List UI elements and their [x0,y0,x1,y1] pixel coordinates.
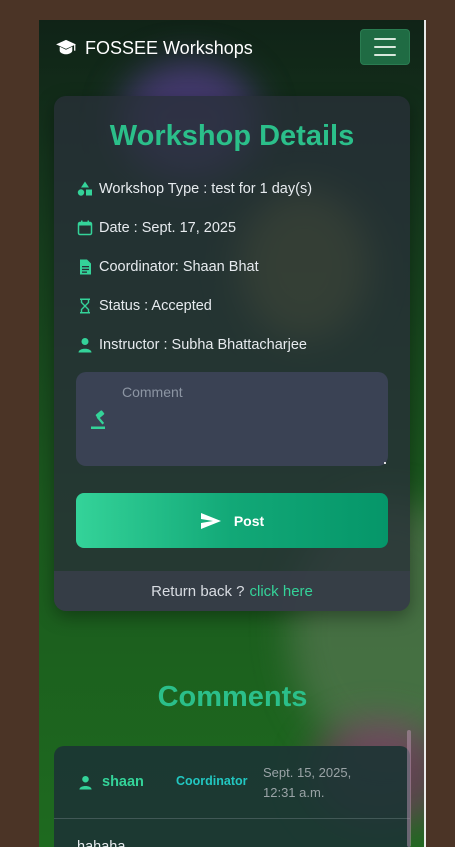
graduation-cap-icon [56,39,76,55]
brand-link[interactable]: FOSSEE Workshops [55,38,253,59]
post-button-label: Post [233,512,265,529]
send-icon [200,512,221,529]
date-text: Date : Sept. 17, 2025 [99,220,237,236]
comment-timestamp: Sept. 15, 2025, 12:31 a.m. [263,765,352,800]
hourglass-icon [80,298,90,314]
workshop-type-text: Workshop Type : test for 1 day(s) [99,181,313,197]
comment-textarea[interactable] [120,382,382,458]
instructor-row: Instructor : Subha Bhattacharjee [77,337,307,353]
user-icon [78,338,92,353]
comments-scrollbar[interactable] [407,730,411,847]
comment-author-name: shaan [102,774,144,790]
post-comment-button[interactable]: Post [76,493,388,548]
navbar-toggle-button[interactable] [360,29,410,65]
status-row: Status : Accepted [77,298,212,314]
date-row: Date : Sept. 17, 2025 [77,220,236,236]
comments-heading: Comments [157,681,308,713]
gavel-icon [91,410,105,429]
navbar: FOSSEE Workshops [39,20,426,76]
document-icon [80,259,91,275]
workshop-type-row: Workshop Type : test for 1 day(s) [77,181,312,197]
workshop-details-card: Workshop Details Workshop Type : test fo… [54,96,410,611]
return-prompt: Return back ? [151,582,245,600]
comment-author: shaan [78,774,144,790]
card-footer: Return back ? click here [54,571,410,611]
hamburger-menu-icon [374,38,396,40]
brand-name: FOSSEE Workshops [85,37,253,58]
coordinator-text: Coordinator: Shaan Bhat [99,259,259,275]
status-text: Status : Accepted [99,298,212,314]
comment-input-group [76,372,388,466]
user-icon [79,775,92,790]
coordinator-row: Coordinator: Shaan Bhat [77,259,259,275]
card-title: Workshop Details [109,120,355,152]
calendar-icon [77,220,93,236]
instructor-text: Instructor : Subha Bhattacharjee [99,337,307,353]
comment-header: shaan Coordinator Sept. 15, 2025, 12:31 … [54,746,410,819]
hamburger-menu-icon [374,46,396,48]
comment-card: shaan Coordinator Sept. 15, 2025, 12:31 … [54,746,410,847]
hamburger-menu-icon [374,54,396,56]
shapes-icon [77,181,92,196]
comment-body: hahaha [77,839,126,847]
app-frame: FOSSEE Workshops Workshop Details Worksh… [39,20,426,847]
resize-handle[interactable] [384,462,386,464]
return-link[interactable]: click here [250,583,313,600]
comment-role-badge: Coordinator [176,774,248,788]
